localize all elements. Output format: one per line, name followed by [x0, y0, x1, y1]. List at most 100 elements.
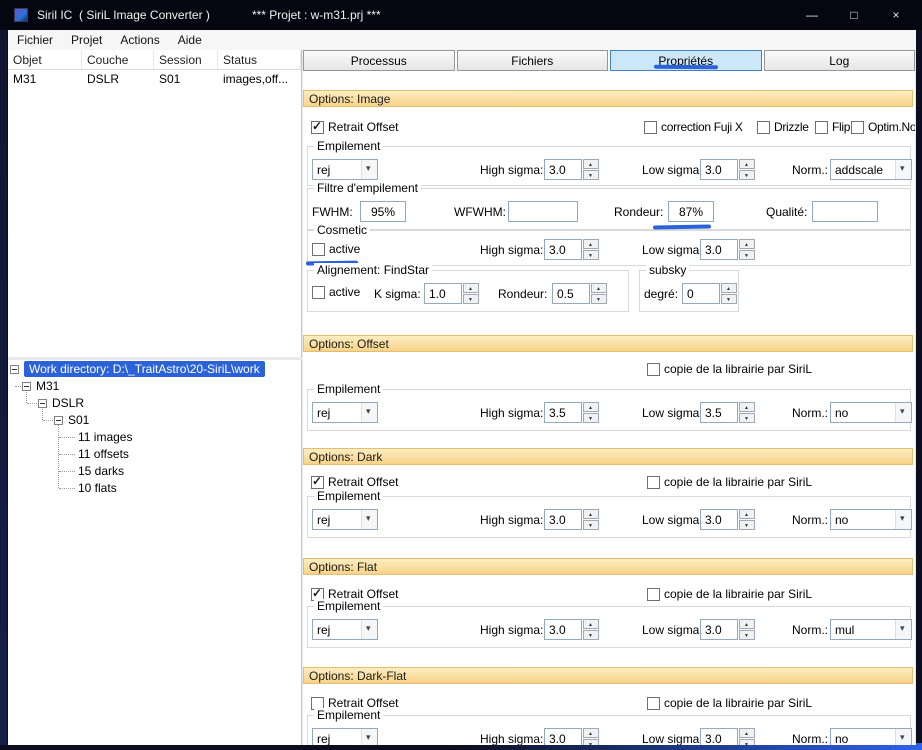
spinner-up-button[interactable]: [583, 159, 599, 169]
wfwhm-input[interactable]: [508, 201, 578, 222]
high-sigma-spinner[interactable]: 3.0: [544, 728, 599, 745]
tree-item-flats[interactable]: 10 flats: [78, 480, 117, 496]
correction-fuji-checkbox[interactable]: correction Fuji X: [644, 120, 743, 134]
tree-item-images[interactable]: 11 images: [78, 429, 132, 445]
collapse-icon[interactable]: [22, 381, 31, 391]
spinner-up-button[interactable]: [583, 239, 599, 249]
high-sigma-spinner[interactable]: 3.0: [544, 159, 599, 180]
tree-item-session[interactable]: S01: [54, 412, 89, 428]
align-active-checkbox[interactable]: active: [312, 285, 360, 299]
stack-method-select[interactable]: rej: [312, 509, 378, 530]
drizzle-checkbox[interactable]: Drizzle: [757, 120, 809, 134]
retrait-offset-checkbox[interactable]: Retrait Offset: [311, 119, 398, 134]
cosmetic-active-checkbox[interactable]: active: [312, 242, 360, 256]
degre-spinner[interactable]: 0: [682, 283, 737, 304]
collapse-icon[interactable]: [54, 415, 63, 425]
spinner-down-button[interactable]: [583, 739, 599, 745]
fwhm-input[interactable]: 95%: [360, 201, 406, 222]
tab-proprietes[interactable]: Propriétés: [610, 50, 762, 71]
spinner-down-button[interactable]: [591, 294, 607, 304]
norm-select[interactable]: no: [830, 509, 912, 530]
col-objet[interactable]: Objet: [8, 50, 82, 69]
spinner-up-button[interactable]: [583, 619, 599, 629]
col-session[interactable]: Session: [154, 50, 218, 69]
menu-aide[interactable]: Aide: [169, 33, 211, 47]
high-sigma-spinner[interactable]: 3.0: [544, 619, 599, 640]
spinner-down-button[interactable]: [721, 294, 737, 304]
tree-item-darks[interactable]: 15 darks: [78, 463, 124, 479]
spinner-up-button[interactable]: [739, 159, 755, 169]
spinner-up-button[interactable]: [583, 728, 599, 738]
spinner-up-button[interactable]: [463, 283, 479, 293]
retrait-offset-checkbox[interactable]: Retrait Offset: [311, 474, 398, 489]
tab-log[interactable]: Log: [763, 50, 915, 71]
spinner-up-button[interactable]: [583, 402, 599, 412]
spinner-up-button[interactable]: [739, 509, 755, 519]
norm-select[interactable]: no: [830, 402, 912, 423]
spinner-up-button[interactable]: [739, 619, 755, 629]
spinner-up-button[interactable]: [591, 283, 607, 293]
norm-select[interactable]: mul: [830, 619, 912, 640]
spinner-down-button[interactable]: [583, 170, 599, 180]
high-sigma-spinner[interactable]: 3.5: [544, 402, 599, 423]
k-sigma-spinner[interactable]: 1.0: [424, 283, 479, 304]
spinner-up-button[interactable]: [583, 509, 599, 519]
stack-method-select[interactable]: rej: [312, 402, 378, 423]
low-sigma-spinner[interactable]: 3.5: [700, 402, 755, 423]
minimize-button[interactable]: —: [791, 0, 833, 30]
menu-actions[interactable]: Actions: [111, 33, 168, 47]
copie-librairie-checkbox[interactable]: copie de la librairie par SiriL: [647, 587, 812, 601]
tab-processus[interactable]: Processus: [303, 50, 455, 71]
spinner-down-button[interactable]: [739, 170, 755, 180]
rondeur-spinner[interactable]: 0.5: [552, 283, 607, 304]
menu-projet[interactable]: Projet: [62, 33, 111, 47]
low-sigma-spinner[interactable]: 3.0: [700, 509, 755, 530]
qualite-label: Qualité:: [766, 205, 808, 219]
low-sigma-spinner[interactable]: 3.0: [700, 728, 755, 745]
low-sigma-spinner[interactable]: 3.0: [700, 159, 755, 180]
spinner-down-button[interactable]: [463, 294, 479, 304]
collapse-icon[interactable]: [38, 398, 47, 408]
maximize-button[interactable]: □: [833, 0, 875, 30]
menu-fichier[interactable]: Fichier: [8, 33, 62, 47]
spinner-down-button[interactable]: [739, 413, 755, 423]
spinner-down-button[interactable]: [739, 739, 755, 745]
rondeur-input[interactable]: 87%: [668, 201, 714, 222]
copie-librairie-checkbox[interactable]: copie de la librairie par SiriL: [647, 362, 812, 376]
high-sigma-spinner[interactable]: 3.0: [544, 239, 599, 260]
spinner-down-button[interactable]: [739, 630, 755, 640]
low-sigma-spinner[interactable]: 3.0: [700, 619, 755, 640]
collapse-icon[interactable]: [10, 364, 19, 374]
spinner-up-button[interactable]: [721, 283, 737, 293]
spinner-up-button[interactable]: [739, 728, 755, 738]
spinner-down-button[interactable]: [739, 520, 755, 530]
norm-select[interactable]: addscale: [830, 159, 912, 180]
tree-item-couche[interactable]: DSLR: [38, 395, 84, 411]
close-button[interactable]: ×: [875, 0, 917, 30]
spinner-down-button[interactable]: [583, 520, 599, 530]
qualite-input[interactable]: [812, 201, 878, 222]
stack-method-select[interactable]: rej: [312, 619, 378, 640]
spinner-down-button[interactable]: [583, 250, 599, 260]
spinner-down-button[interactable]: [583, 413, 599, 423]
tree-item-workdir[interactable]: Work directory: D:\_TraitAstro\20-SiriL\…: [10, 361, 265, 377]
stack-method-select[interactable]: rej: [312, 159, 378, 180]
spinner-up-button[interactable]: [739, 402, 755, 412]
col-couche[interactable]: Couche: [82, 50, 154, 69]
high-sigma-spinner[interactable]: 3.0: [544, 509, 599, 530]
spinner-down-button[interactable]: [583, 630, 599, 640]
copie-librairie-checkbox[interactable]: copie de la librairie par SiriL: [647, 475, 812, 489]
optim-noir-checkbox[interactable]: Optim.Noir: [851, 120, 915, 134]
spinner-down-button[interactable]: [739, 250, 755, 260]
norm-select[interactable]: no: [830, 728, 912, 745]
stack-method-select[interactable]: rej: [312, 728, 378, 745]
copie-librairie-checkbox[interactable]: copie de la librairie par SiriL: [647, 696, 812, 710]
table-row[interactable]: M31 DSLR S01 images,off...: [8, 70, 301, 88]
flip-checkbox[interactable]: Flip: [815, 120, 850, 134]
low-sigma-spinner[interactable]: 3.0: [700, 239, 755, 260]
spinner-up-button[interactable]: [739, 239, 755, 249]
col-status[interactable]: Status: [218, 50, 301, 69]
tree-item-object[interactable]: M31: [22, 378, 59, 394]
tree-item-offsets[interactable]: 11 offsets: [78, 446, 129, 462]
tab-fichiers[interactable]: Fichiers: [456, 50, 608, 71]
